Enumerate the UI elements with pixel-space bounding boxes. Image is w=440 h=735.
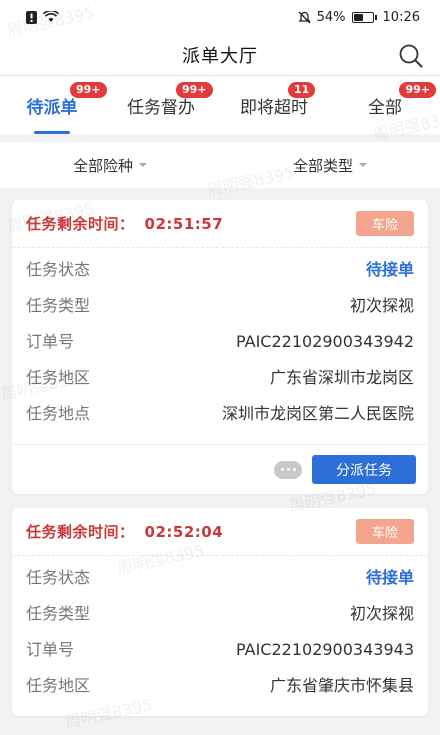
search-icon[interactable] [398, 43, 424, 69]
detail-row: 任务状态 待接单 [26, 566, 414, 589]
chat-icon[interactable] [274, 460, 302, 479]
task-details: 任务状态 待接单 任务类型 初次探视 订单号 PAIC22102900343942 任… [12, 248, 428, 444]
dispatch-task-button[interactable]: 分派任务 [312, 455, 416, 484]
task-card-header: 任务剩余时间： 02:51:57 车险 [12, 200, 428, 248]
detail-value: PAIC22102900343942 [236, 332, 414, 351]
task-card-header: 任务剩余时间： 02:52:04 车险 [12, 508, 428, 556]
countdown: 任务剩余时间： 02:52:04 [26, 521, 223, 542]
type-filter-dropdown[interactable]: 全部类型 [220, 142, 440, 188]
clock: 10:26 [382, 9, 420, 25]
detail-value: 初次探视 [349, 604, 414, 623]
tab-badge: 99+ [399, 82, 436, 98]
countdown-value: 02:51:57 [144, 215, 224, 233]
detail-value: 深圳市龙岗区第二人民医院 [221, 404, 414, 423]
detail-row: 任务类型 初次探视 [26, 602, 414, 625]
caret-down-icon [359, 163, 367, 167]
detail-row: 任务地区 广东省肇庆市怀集县 [26, 674, 414, 697]
detail-row: 任务地点 深圳市龙岗区第二人民医院 [26, 402, 414, 425]
insurance-tag: 车险 [355, 211, 414, 236]
caret-down-icon [139, 163, 147, 167]
detail-key: 任务类型 [26, 296, 91, 315]
detail-key: 任务状态 [26, 260, 91, 279]
detail-key: 任务地点 [26, 404, 91, 423]
filter-bar: 全部险种 全部类型 [0, 142, 440, 188]
tab-badge: 11 [288, 82, 316, 98]
status-right: 54% 10:26 [298, 10, 420, 25]
detail-key: 任务地区 [26, 368, 91, 387]
app-header: 派单大厅 [0, 34, 440, 76]
insurance-filter-label: 全部险种 [72, 156, 133, 175]
detail-row: 订单号 PAIC22102900343943 [26, 638, 414, 661]
detail-row: 任务类型 初次探视 [26, 294, 414, 317]
detail-key: 任务地区 [26, 676, 91, 695]
detail-value-status: 待接单 [365, 568, 414, 587]
status-bar: 54% 10:26 [0, 0, 440, 34]
detail-value: 初次探视 [349, 296, 414, 315]
task-details: 任务状态 待接单 任务类型 初次探视 订单号 PAIC22102900343943 任… [12, 556, 428, 716]
detail-key: 订单号 [26, 640, 75, 659]
detail-key: 任务类型 [26, 604, 91, 623]
tab-task-supervision[interactable]: 任务督办 99+ [104, 76, 218, 134]
mute-bell-icon [298, 11, 311, 23]
task-card[interactable]: 任务剩余时间： 02:52:04 车险 任务状态 待接单 任务类型 初次探视 订单号 P… [12, 508, 428, 716]
tab-all[interactable]: 全部 99+ [330, 76, 440, 134]
tab-label: 待派单 [26, 97, 78, 118]
detail-row: 任务状态 待接单 [26, 258, 414, 281]
notification-icon [26, 10, 37, 24]
detail-value: 广东省肇庆市怀集县 [269, 676, 414, 695]
type-filter-label: 全部类型 [292, 156, 353, 175]
insurance-tag: 车险 [355, 519, 414, 544]
countdown-value: 02:52:04 [144, 523, 224, 541]
task-list: 任务剩余时间： 02:51:57 车险 任务状态 待接单 任务类型 初次探视 订单号 P… [0, 188, 440, 716]
detail-key: 任务状态 [26, 568, 91, 587]
tab-badge: 99+ [70, 82, 107, 98]
detail-row: 任务地区 广东省深圳市龙岗区 [26, 366, 414, 389]
page-title: 派单大厅 [182, 45, 258, 67]
detail-value-status: 待接单 [365, 260, 414, 279]
task-card-actions: 分派任务 [12, 444, 428, 494]
task-card[interactable]: 任务剩余时间： 02:51:57 车险 任务状态 待接单 任务类型 初次探视 订单号 P… [12, 200, 428, 494]
tab-badge: 99+ [176, 82, 213, 98]
battery-percent: 54% [316, 9, 346, 25]
detail-value: 广东省深圳市龙岗区 [269, 368, 414, 387]
status-left [26, 10, 59, 24]
wifi-icon [43, 11, 59, 22]
countdown: 任务剩余时间： 02:51:57 [26, 213, 223, 234]
tab-label: 全部 [368, 97, 402, 118]
insurance-filter-dropdown[interactable]: 全部险种 [0, 142, 220, 188]
countdown-label: 任务剩余时间： [26, 215, 135, 233]
tab-pending-dispatch[interactable]: 待派单 99+ [0, 76, 107, 134]
tab-expiring-soon[interactable]: 即将超时 11 [218, 76, 330, 134]
detail-key: 订单号 [26, 332, 75, 351]
detail-row: 订单号 PAIC22102900343942 [26, 330, 414, 353]
detail-value: PAIC22102900343943 [236, 640, 414, 659]
countdown-label: 任务剩余时间： [26, 523, 135, 541]
battery-icon [351, 11, 377, 23]
tab-bar: 待派单 99+ 任务督办 99+ 即将超时 11 全部 99+ [0, 76, 440, 134]
